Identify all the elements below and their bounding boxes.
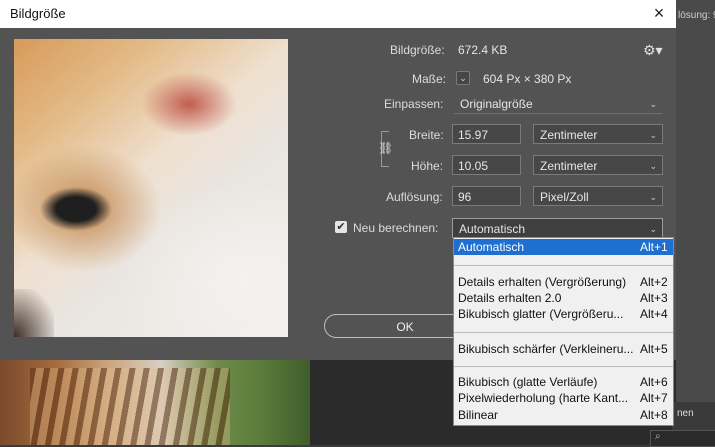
- menu-item-label: Pixelwiederholung (harte Kant...: [458, 391, 629, 405]
- height-input[interactable]: 10.05: [452, 155, 521, 175]
- menu-separator: [454, 265, 673, 266]
- width-input[interactable]: 15.97: [452, 124, 521, 144]
- menu-item-shortcut: Alt+6: [640, 375, 668, 389]
- height-label: Höhe:: [411, 159, 444, 173]
- resolution-input[interactable]: 96: [452, 186, 521, 206]
- menu-item-shortcut: Alt+2: [640, 275, 668, 289]
- menu-item-label: Details erhalten (Vergrößerung): [458, 275, 627, 289]
- fit-select[interactable]: Originalgröße ⌄: [454, 94, 662, 114]
- resample-select-value: Automatisch: [459, 222, 526, 236]
- menu-item-shortcut: Alt+4: [640, 307, 668, 321]
- resample-dropdown-menu: Automatisch Alt+1 Details erhalten (Verg…: [453, 237, 674, 426]
- menu-item-details-erhalten[interactable]: Details erhalten (Vergrößerung) Alt+2: [454, 274, 673, 290]
- menu-item-shortcut: Alt+5: [640, 342, 668, 356]
- menu-item-shortcut: Alt+3: [640, 291, 668, 305]
- chevron-down-icon: ⌄: [649, 192, 657, 202]
- resample-select[interactable]: Automatisch ⌄: [452, 218, 663, 238]
- height-unit-select[interactable]: Zentimeter ⌄: [533, 155, 663, 175]
- dialog-titlebar: Bildgröße ×: [0, 0, 676, 28]
- menu-item-label: Bikubisch glatter (Vergrößeru...: [458, 307, 624, 321]
- menu-separator: [454, 332, 673, 333]
- background-panel-tab[interactable]: nen: [677, 408, 694, 419]
- resolution-unit-select[interactable]: Pixel/Zoll ⌄: [533, 186, 663, 206]
- chevron-down-icon: ⌄: [649, 99, 657, 109]
- dimensions-dropdown[interactable]: ⌄: [456, 71, 470, 85]
- menu-item-label: Bikubisch schärfer (Verkleineru...: [458, 342, 634, 356]
- image-size-label: Bildgröße:: [390, 43, 445, 57]
- width-unit-value: Zentimeter: [540, 128, 598, 142]
- menu-item-label: Bilinear: [458, 408, 499, 422]
- menu-item-shortcut: Alt+7: [640, 391, 668, 405]
- fit-select-value: Originalgröße: [460, 97, 533, 111]
- menu-item-pixelwiederholung[interactable]: Pixelwiederholung (harte Kant... Alt+7: [454, 390, 673, 406]
- resolution-label: Auflösung:: [386, 190, 443, 204]
- menu-item-label: Details erhalten 2.0: [458, 291, 562, 305]
- dimensions-label: Maße:: [412, 72, 447, 86]
- dimensions-value: 604 Px × 380 Px: [483, 72, 572, 86]
- chevron-down-icon: ⌄: [649, 161, 657, 171]
- search-icon: ⌕: [655, 431, 661, 442]
- dialog-title: Bildgröße: [10, 6, 66, 21]
- menu-item-details-erhalten-2[interactable]: Details erhalten 2.0 Alt+3: [454, 290, 673, 306]
- width-label: Breite:: [409, 128, 444, 142]
- height-unit-value: Zentimeter: [540, 159, 598, 173]
- close-icon[interactable]: ×: [648, 2, 670, 24]
- image-preview[interactable]: [14, 39, 288, 337]
- menu-item-bikubisch-glatter[interactable]: Bikubisch glatter (Vergrößeru... Alt+4: [454, 306, 673, 322]
- fit-label: Einpassen:: [384, 97, 444, 111]
- gear-icon[interactable]: ⚙▾: [643, 42, 663, 59]
- background-app-panel: [676, 0, 715, 445]
- menu-item-bikubisch-schaerfer[interactable]: Bikubisch schärfer (Verkleineru... Alt+5: [454, 341, 673, 357]
- background-resolution-text: lösung: 96: [678, 10, 715, 21]
- background-canvas-detail: [30, 368, 230, 445]
- chevron-down-icon: ⌄: [649, 130, 657, 140]
- preview-shadow: [14, 289, 54, 337]
- width-unit-select[interactable]: Zentimeter ⌄: [533, 124, 663, 144]
- image-size-value: 672.4 KB: [458, 43, 508, 57]
- menu-item-label: Automatisch: [458, 240, 525, 254]
- menu-item-label: Bikubisch (glatte Verläufe): [458, 375, 598, 389]
- menu-item-shortcut: Alt+1: [640, 240, 668, 254]
- menu-separator: [454, 366, 673, 367]
- menu-item-bikubisch[interactable]: Bikubisch (glatte Verläufe) Alt+6: [454, 374, 673, 390]
- chevron-down-icon: ⌄: [649, 224, 657, 234]
- resample-label: Neu berechnen:: [353, 221, 439, 235]
- menu-item-bilinear[interactable]: Bilinear Alt+8: [454, 407, 673, 423]
- menu-item-shortcut: Alt+8: [640, 408, 668, 422]
- link-icon[interactable]: ⛓: [378, 141, 393, 157]
- resample-checkbox[interactable]: ✔: [335, 221, 347, 233]
- resolution-unit-value: Pixel/Zoll: [540, 190, 589, 204]
- menu-item-automatisch[interactable]: Automatisch Alt+1: [454, 239, 673, 255]
